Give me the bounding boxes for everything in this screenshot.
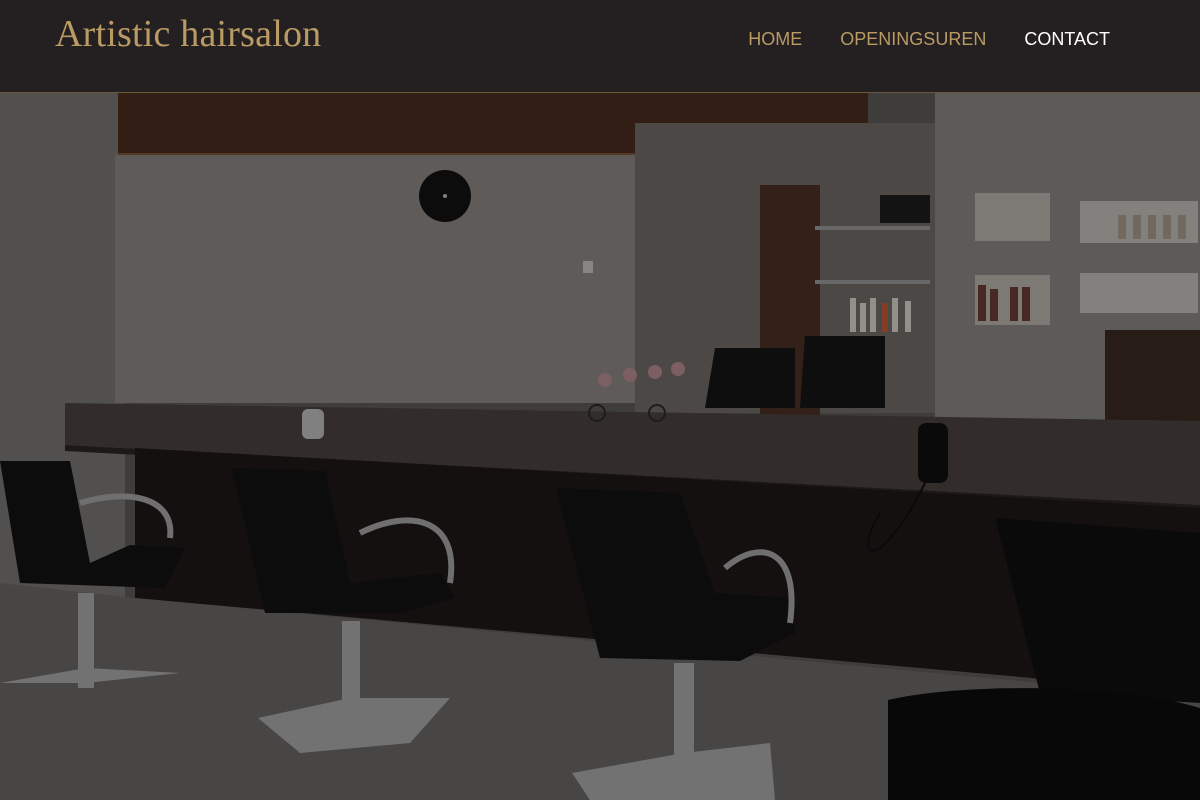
armchair-foreground — [888, 688, 1200, 800]
main-nav: HOME OPENINGSUREN CONTACT — [748, 28, 1110, 50]
hair-dryer-right-icon — [918, 423, 948, 483]
nav-openingsuren-link[interactable]: OPENINGSUREN — [840, 28, 986, 50]
brand-logo-text[interactable]: Artistic hairsalon — [55, 12, 321, 56]
site-header: Artistic hairsalon HOME OPENINGSUREN CON… — [0, 0, 1200, 93]
hero-photo — [0, 93, 1200, 800]
hair-dryer-left-icon — [302, 409, 324, 439]
nav-contact-link[interactable]: CONTACT — [1024, 28, 1110, 50]
salon-interior-illustration — [0, 93, 1200, 800]
nav-home-link[interactable]: HOME — [748, 28, 802, 50]
